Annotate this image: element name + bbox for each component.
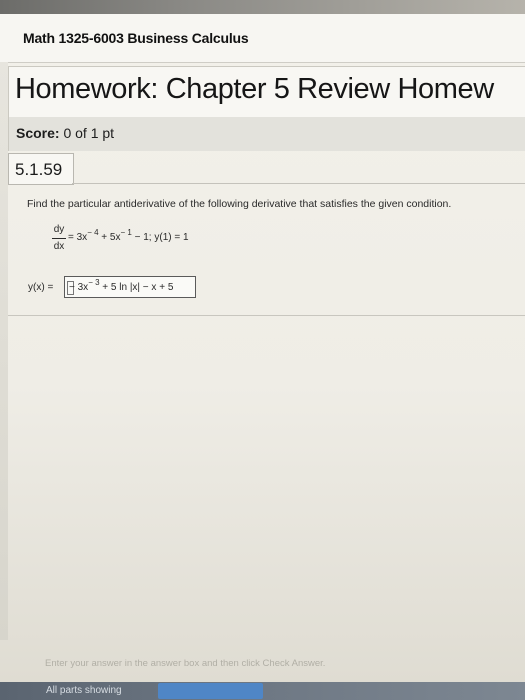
homework-banner: Homework: Chapter 5 Review Homew <box>8 66 525 117</box>
rhs-exponent-1: − 4 <box>87 228 99 237</box>
page: Math 1325-6003 Business Calculus Homewor… <box>0 0 525 700</box>
fraction-numerator: dy <box>53 224 65 235</box>
rhs-term-2: + 5x <box>98 232 121 243</box>
left-edge <box>0 62 8 640</box>
fraction-denominator: dx <box>53 241 65 252</box>
score-text: Score: 0 of 1 pt <box>16 125 114 141</box>
answer-term-1: − 3x <box>69 282 89 293</box>
score-label: Score: <box>16 125 60 141</box>
question-divider <box>8 315 525 316</box>
answer-exponent-1: − 3 <box>88 278 100 287</box>
browser-top-strip <box>0 0 525 14</box>
footer-bar: All parts showing <box>0 682 525 700</box>
score-row: Score: 0 of 1 pt <box>8 117 525 151</box>
question-prompt: Find the particular antiderivative of th… <box>27 198 452 210</box>
rhs-term-1: = 3x <box>68 232 88 243</box>
course-header: Math 1325-6003 Business Calculus <box>0 14 525 63</box>
answer-label: y(x) = <box>28 282 54 293</box>
score-value: 0 of 1 pt <box>63 125 115 141</box>
question-tab-underline <box>72 183 525 184</box>
answer-term-2: + 5 ln |x| − x + 5 <box>99 282 174 293</box>
parts-status: All parts showing <box>46 685 122 696</box>
question-panel: Find the particular antiderivative of th… <box>8 188 525 308</box>
homework-title: Homework: Chapter 5 Review Homew <box>15 73 494 105</box>
answer-expression: − 3x− 3 + 5 ln |x| − x + 5 <box>69 278 174 293</box>
answer-input[interactable]: − 3x− 3 + 5 ln |x| − x + 5 <box>64 276 196 298</box>
fraction-bar <box>52 238 66 239</box>
course-title: Math 1325-6003 Business Calculus <box>23 30 249 46</box>
rhs-term-3: − 1; y(1) = 1 <box>131 232 189 243</box>
check-answer-button[interactable] <box>158 683 263 699</box>
question-number-tab[interactable]: 5.1.59 <box>8 153 74 185</box>
question-number: 5.1.59 <box>15 160 63 179</box>
footer: Enter your answer in the answer box and … <box>0 640 525 700</box>
footer-hint: Enter your answer in the answer box and … <box>45 658 326 669</box>
rhs-exponent-2: − 1 <box>120 228 132 237</box>
equation-rhs: = 3x− 4 + 5x− 1 − 1; y(1) = 1 <box>68 228 189 243</box>
